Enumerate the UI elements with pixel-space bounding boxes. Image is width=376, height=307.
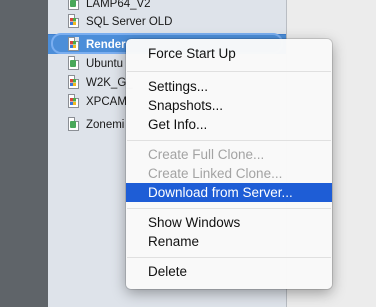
windows-vm-icon — [68, 75, 79, 89]
menu-item-rename[interactable]: Rename — [126, 232, 332, 251]
windows-vm-icon — [68, 14, 79, 28]
linux-vm-icon — [68, 117, 79, 131]
menu-item-force-start-up[interactable]: Force Start Up — [126, 44, 332, 63]
menu-item-download-from-server[interactable]: Download from Server... — [126, 183, 332, 202]
menu-separator — [127, 208, 331, 209]
menu-item-get-info[interactable]: Get Info... — [126, 115, 332, 134]
context-menu: Force Start Up Settings... Snapshots... … — [126, 39, 332, 289]
menu-item-delete[interactable]: Delete — [126, 262, 332, 281]
linux-vm-icon — [68, 0, 79, 10]
menu-item-show-windows[interactable]: Show Windows — [126, 213, 332, 232]
vm-name: LAMP64_V2 — [86, 0, 151, 10]
windows-vm-icon — [68, 37, 79, 51]
vm-name: Zonemi — [86, 118, 125, 131]
vm-name: XPCAM — [86, 95, 127, 108]
menu-item-snapshots[interactable]: Snapshots... — [126, 96, 332, 115]
list-item[interactable]: SQL Server OLD — [48, 12, 286, 31]
vm-name: Render — [86, 38, 126, 51]
menu-separator — [127, 71, 331, 72]
menu-separator — [127, 140, 331, 141]
windows-vm-icon — [68, 94, 79, 108]
menu-item-create-linked-clone[interactable]: Create Linked Clone... — [126, 164, 332, 183]
linux-vm-icon — [68, 56, 79, 70]
menu-item-settings[interactable]: Settings... — [126, 77, 332, 96]
vm-name: Ubuntu — [86, 57, 124, 70]
vm-name: SQL Server OLD — [86, 15, 173, 28]
menu-separator — [127, 257, 331, 258]
left-gutter — [0, 0, 48, 307]
menu-item-create-full-clone[interactable]: Create Full Clone... — [126, 145, 332, 164]
